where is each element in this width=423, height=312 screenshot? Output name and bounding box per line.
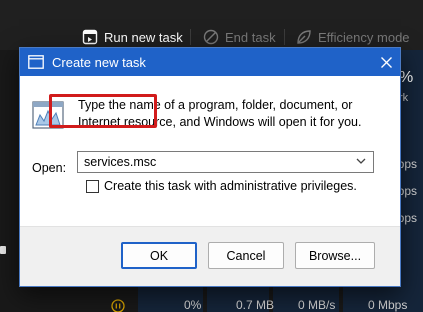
run-new-task-button[interactable]: Run new task [82,26,183,48]
open-combobox[interactable] [77,151,374,173]
window-app-icon [28,55,44,69]
toolbar-divider [190,29,191,45]
dialog-title: Create new task [52,55,146,70]
close-button[interactable] [372,48,400,76]
memory-cell: 0.7 MB [236,298,275,312]
dialog-titlebar[interactable]: Create new task [20,48,400,76]
cancel-button[interactable]: Cancel [208,242,284,269]
chevron-down-icon[interactable] [356,158,366,165]
efficiency-mode-button[interactable]: Efficiency mode [296,26,410,48]
admin-privileges-checkbox[interactable] [86,180,99,193]
dialog-footer: OK Cancel Browse... [20,226,400,286]
cpu-cell: 0% [184,298,202,312]
efficiency-mode-label: Efficiency mode [318,29,410,45]
toolbar-divider [284,29,285,45]
end-task-label: End task [225,29,276,45]
disk-cell: 0 MB/s [298,298,336,312]
network-cell: 0 Mbps [368,298,408,312]
admin-privileges-label[interactable]: Create this task with administrative pri… [104,179,357,193]
ok-button[interactable]: OK [121,242,197,269]
close-icon [380,56,392,68]
end-task-button[interactable]: End task [203,26,276,48]
open-label: Open: [32,161,67,175]
create-new-task-dialog: Create new task Type the name of a progr… [19,47,401,287]
network-column-header[interactable]: % [399,69,413,87]
browse-button[interactable]: Browse... [295,242,375,269]
table-row[interactable]: 0% 0.7 MB 0 MB/s 0 Mbps [0,298,423,312]
task-manager-toolbar: Run new task End task Efficiency mode [0,0,423,50]
row-indicator [0,246,6,254]
end-task-icon [203,29,219,45]
run-new-task-label: Run new task [104,29,183,45]
run-task-icon [82,29,98,45]
open-input[interactable] [78,152,348,172]
highlight-annotation-box [49,94,157,128]
efficiency-leaf-icon [297,30,311,44]
status-paused-icon [111,299,125,312]
